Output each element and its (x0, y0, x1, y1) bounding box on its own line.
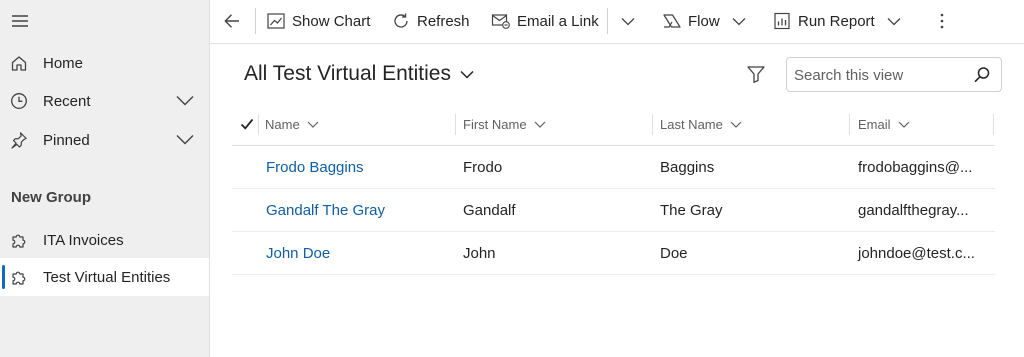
sidebar-group-title: New Group (11, 189, 92, 206)
first-name-cell: John (463, 245, 496, 262)
run-report-label: Run Report (798, 12, 875, 30)
column-header-first-name[interactable]: First Name (463, 104, 546, 145)
sidebar-item-label: Pinned (43, 131, 90, 149)
column-header-label: Email (858, 117, 891, 132)
first-name-cell: Frodo (463, 159, 503, 176)
view-selector[interactable]: All Test Virtual Entities (244, 62, 474, 86)
flow-label: Flow (688, 12, 720, 30)
table-row[interactable]: John Doe John Doe johndoe@test.c... (232, 232, 995, 275)
column-header-label: First Name (463, 117, 527, 132)
table-row[interactable]: Frodo Baggins Frodo Baggins frodobaggins… (232, 146, 995, 189)
pin-icon (10, 131, 28, 149)
search-box (786, 57, 1002, 92)
chevron-down-icon (732, 17, 746, 25)
last-name-cell: Doe (660, 245, 688, 262)
column-header-last-name[interactable]: Last Name (660, 104, 742, 145)
refresh-icon (394, 13, 408, 28)
back-button[interactable] (222, 0, 248, 42)
show-chart-button[interactable]: Show Chart (266, 0, 370, 42)
divider (255, 8, 256, 34)
email-cell: gandalfthegray... (858, 202, 969, 219)
refresh-button[interactable]: Refresh (391, 0, 470, 42)
search-icon[interactable] (973, 66, 991, 84)
column-header-label: Name (265, 117, 300, 132)
chevron-down-icon[interactable] (176, 134, 194, 145)
email-link-dropdown-button[interactable] (609, 0, 635, 42)
last-name-cell: The Gray (660, 202, 723, 219)
table-row[interactable]: Gandalf The Gray Gandalf The Gray gandal… (232, 189, 995, 232)
divider (607, 8, 608, 34)
sidebar-item-label: Home (43, 54, 84, 72)
column-divider (455, 114, 456, 135)
sidebar-item-home[interactable]: Home (0, 44, 209, 82)
email-link-icon (491, 14, 510, 29)
first-name-cell: Gandalf (463, 202, 516, 219)
command-bar: Show Chart Refresh Email a Link Flow Run… (210, 0, 1024, 44)
back-arrow-icon (224, 14, 239, 28)
filter-icon (747, 66, 765, 83)
column-header-email[interactable]: Email (858, 104, 910, 145)
report-icon (774, 12, 790, 30)
select-all-checkmark-icon[interactable] (240, 118, 254, 130)
filter-button[interactable] (746, 65, 766, 84)
sidebar-item-label: Test Virtual Entities (43, 268, 171, 286)
column-divider (849, 114, 850, 135)
sidebar-item-pinned[interactable]: Pinned (0, 121, 209, 159)
chevron-down-icon (307, 121, 319, 128)
puzzle-icon (10, 268, 28, 286)
column-divider (993, 114, 994, 135)
run-report-button[interactable]: Run Report (772, 0, 901, 42)
email-link-label: Email a Link (517, 12, 599, 30)
sidebar-item-ita-invoices[interactable]: ITA Invoices (0, 221, 209, 259)
flow-button[interactable]: Flow (662, 0, 746, 42)
chevron-down-icon (621, 17, 635, 25)
email-cell: johndoe@test.c... (858, 245, 975, 262)
chevron-down-icon (730, 121, 742, 128)
email-link-button[interactable]: Email a Link (491, 0, 599, 42)
record-name-link[interactable]: John Doe (266, 245, 330, 262)
sidebar-item-test-virtual-entities[interactable]: Test Virtual Entities (0, 258, 209, 296)
show-chart-label: Show Chart (292, 12, 371, 30)
column-header-label: Last Name (660, 117, 723, 132)
chart-icon (267, 13, 285, 29)
record-name-link[interactable]: Frodo Baggins (266, 159, 364, 176)
refresh-label: Refresh (417, 12, 470, 30)
column-header-name[interactable]: Name (265, 104, 319, 145)
record-name-link[interactable]: Gandalf The Gray (266, 202, 385, 219)
chevron-down-icon (460, 70, 474, 79)
sidebar-item-recent[interactable]: Recent (0, 82, 209, 120)
selected-indicator (2, 265, 5, 289)
email-cell: frodobaggins@... (858, 159, 973, 176)
column-divider (652, 114, 653, 135)
search-input[interactable] (794, 66, 964, 84)
sidebar-item-label: Recent (43, 92, 91, 110)
grid-header: Name First Name Last Name Email (232, 104, 995, 146)
last-name-cell: Baggins (660, 159, 715, 176)
clock-icon (10, 92, 28, 110)
flow-icon (663, 14, 681, 28)
chevron-down-icon (898, 121, 909, 128)
more-commands-button[interactable] (932, 0, 958, 42)
chevron-down-icon[interactable] (176, 95, 194, 106)
puzzle-icon (10, 231, 28, 249)
chevron-down-icon (534, 121, 545, 128)
hamburger-menu-icon[interactable] (11, 14, 29, 28)
view-title: All Test Virtual Entities (244, 62, 451, 85)
sidebar-item-label: ITA Invoices (43, 231, 124, 249)
chevron-down-icon (887, 17, 901, 25)
more-vertical-icon (940, 13, 944, 29)
home-icon (10, 54, 28, 72)
column-divider (258, 114, 259, 135)
sidebar: Home Recent Pinned New Group ITA Invoice… (0, 0, 210, 357)
